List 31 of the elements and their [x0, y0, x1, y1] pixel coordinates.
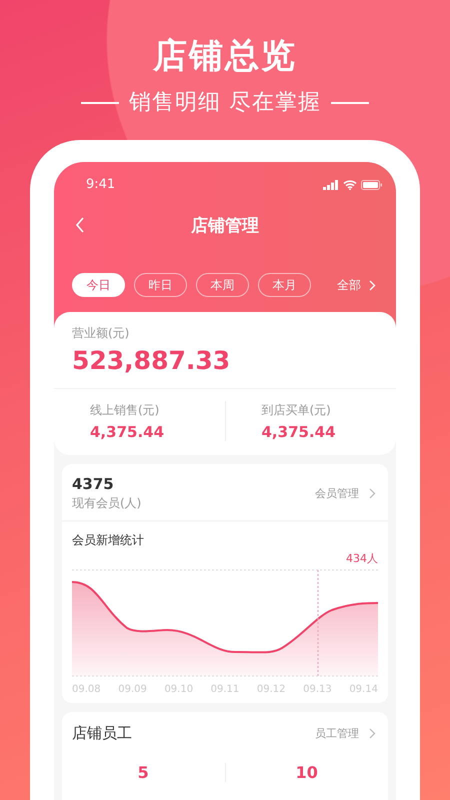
staff-stat-value: 10: [296, 763, 318, 782]
back-icon[interactable]: [75, 217, 85, 233]
member-count: 4375: [72, 474, 115, 494]
period-tab[interactable]: 本周: [196, 273, 249, 297]
chart-title: 会员新增统计: [72, 532, 145, 549]
staff-stat-value: 5: [138, 763, 149, 782]
highlight-value: 434人: [346, 551, 378, 566]
period-tab[interactable]: 本月: [258, 273, 311, 297]
sales-label: 到店买单(元): [262, 402, 332, 419]
sales-value: 4,375.44: [262, 423, 337, 441]
signal-icon: [323, 180, 339, 190]
status-time: 9:41: [86, 177, 116, 192]
battery-icon: [361, 180, 382, 190]
revenue-label: 营业额(元): [72, 325, 130, 342]
sales-value: 4,375.44: [90, 423, 166, 441]
wifi-icon: [343, 180, 357, 190]
revenue-value: 523,887.33: [72, 345, 232, 377]
sales-label: 线上销售(元): [90, 402, 160, 419]
screen-title: 店铺管理: [191, 214, 259, 236]
banner-title: 店铺总览: [153, 36, 297, 76]
period-tab[interactable]: 昨日: [134, 273, 187, 297]
staff-management-link[interactable]: 员工管理: [315, 726, 376, 741]
all-periods-link[interactable]: 全部: [337, 276, 376, 294]
chevron-right-icon: [369, 488, 376, 498]
staff-title: 店铺员工: [72, 724, 132, 743]
chevron-right-icon: [369, 728, 376, 739]
chevron-right-icon: [369, 280, 376, 290]
banner-subtitle: 销售明细 尽在掌握: [129, 89, 321, 117]
period-tab[interactable]: 今日: [72, 273, 125, 297]
member-label: 现有会员(人): [72, 495, 142, 512]
member-management-link[interactable]: 会员管理: [315, 486, 376, 500]
